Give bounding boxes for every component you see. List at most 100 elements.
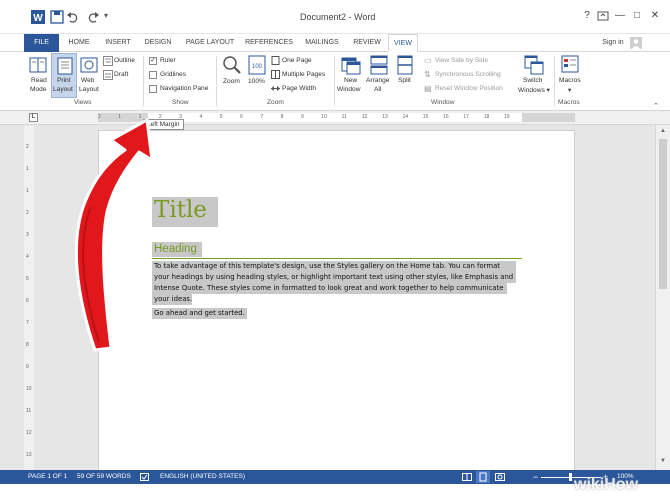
maximize-button[interactable]: □ [628,8,646,24]
ruler-number: 13 [382,114,388,120]
customize-toolbar-icon[interactable]: ▾ [104,11,108,20]
svg-text:100: 100 [252,64,263,70]
vertical-ruler-number: 8 [26,342,29,348]
split-button[interactable] [397,55,413,75]
outline-button[interactable] [103,56,113,66]
ruler-number: 19 [504,114,510,120]
vertical-ruler-number: 7 [26,320,29,326]
closing-line[interactable]: Go ahead and get started. [154,308,245,319]
tab-file[interactable]: FILE [24,34,59,52]
vertical-ruler-number: 11 [26,408,32,414]
tab-design[interactable]: DESIGN [140,34,176,52]
multiple-pages-button[interactable] [271,70,280,79]
tab-review[interactable]: REVIEW [349,34,385,52]
paragraph-line[interactable]: your headings by using heading styles, o… [154,272,513,283]
tab-page-layout[interactable]: PAGE LAYOUT [180,34,240,52]
outline-icon [103,56,113,66]
status-bar: PAGE 1 OF 1 59 OF 59 WORDS ENGLISH (UNIT… [0,470,670,484]
zoom-slider-thumb[interactable] [569,473,572,481]
page-width-label: Page Width [282,85,317,92]
macros-button[interactable] [561,55,581,75]
ruler-checkbox[interactable]: ✓ [149,57,157,65]
scroll-down-icon[interactable]: ▼ [660,458,666,464]
close-button[interactable]: ✕ [646,8,664,24]
gridlines-checkbox[interactable] [149,71,157,79]
sign-in-link[interactable]: Sign in [598,34,628,52]
read-mode-button[interactable] [29,56,47,74]
ruler-number: 7 [260,114,264,120]
language-indicator[interactable]: ENGLISH (UNITED STATES) [160,470,245,484]
ruler-number: 15 [422,114,429,120]
ruler-number: 11 [341,114,347,120]
tab-insert[interactable]: INSERT [100,34,136,52]
vertical-scrollbar[interactable]: ▲ ▼ [655,125,670,470]
ruler-number: 18 [483,114,490,120]
web-layout-view-icon[interactable] [495,473,505,481]
minimize-button[interactable]: — [611,8,629,24]
reset-window-position-icon[interactable]: ▤ [424,84,432,93]
ribbon-tabs: FILE HOME INSERT DESIGN PAGE LAYOUT REFE… [0,34,670,52]
vertical-ruler[interactable]: 2 1 1 2 3 4 5 6 7 8 9 10 11 12 13 [24,126,34,471]
one-page-button[interactable] [271,56,280,65]
vertical-ruler-number: 3 [26,232,29,238]
proofing-icon[interactable] [140,473,150,481]
show-group-label: Show [172,99,189,106]
tab-view[interactable]: VIEW [388,34,418,52]
svg-text:W: W [33,13,43,24]
multiple-pages-label: Multiple Pages [282,71,326,78]
zoom-100-button[interactable]: 100 [248,55,266,75]
draft-button[interactable] [103,70,113,80]
view-side-by-side-icon[interactable]: ▭ [424,56,432,65]
vertical-ruler-number: 2 [26,144,29,150]
vertical-ruler-number: 9 [26,364,29,370]
user-avatar[interactable] [630,37,642,49]
page-width-button[interactable] [271,84,280,93]
scroll-thumb[interactable] [659,139,667,289]
read-mode-label: Read [31,77,47,84]
draft-icon [103,70,113,80]
title-bar: W ▾ Document2 - Word ? — □ ✕ [0,0,670,34]
redo-icon[interactable] [86,10,100,24]
read-mode-view-icon[interactable] [462,473,472,481]
navigation-pane-checkbox[interactable] [149,85,157,93]
vertical-ruler-number: 10 [26,386,32,392]
synchronous-scrolling-icon[interactable]: ⇅ [424,70,431,79]
vertical-ruler-number: 1 [26,166,29,172]
vertical-ruler-number: 4 [26,254,29,260]
web-layout-label: Web [81,77,95,84]
print-layout-view-icon[interactable] [476,471,490,483]
undo-icon[interactable] [66,10,80,24]
ruler-number: 12 [361,114,368,120]
tab-mailings[interactable]: MAILINGS [300,34,344,52]
vertical-ruler-number: 1 [26,188,29,194]
collapse-ribbon-icon[interactable]: ⌃ [653,102,659,110]
paragraph-line[interactable]: Intense Quote. These styles come in form… [154,283,503,294]
group-divider [334,56,335,106]
web-layout-label-2: Layout [79,86,99,93]
reset-window-position-label: Reset Window Position [435,85,503,92]
macros-dropdown-icon[interactable]: ▾ [568,86,571,94]
document-page[interactable]: Title Heading To take advantage of this … [98,130,575,475]
split-icon [397,55,413,75]
switch-windows-button[interactable] [524,55,544,75]
tab-home[interactable]: HOME [63,34,95,52]
tab-selector-icon[interactable]: L [29,113,38,122]
vertical-ruler-number: 12 [26,430,32,436]
zoom-out-button[interactable]: − [533,470,538,484]
group-divider [216,56,217,106]
paragraph-line[interactable]: To take advantage of this template's des… [154,261,500,272]
zoom-button[interactable] [222,55,242,75]
new-window-button[interactable] [341,55,361,75]
vertical-ruler-number: 2 [26,210,29,216]
word-count[interactable]: 59 OF 59 WORDS [77,470,131,484]
view-side-by-side-label: View Side by Side [435,57,489,64]
tab-references[interactable]: REFERENCES [243,34,295,52]
scroll-up-icon[interactable]: ▲ [660,128,666,134]
ribbon-display-options-icon[interactable] [594,8,612,24]
page-count[interactable]: PAGE 1 OF 1 [28,470,67,484]
arrange-all-button[interactable] [370,55,388,75]
save-icon[interactable] [50,10,64,24]
one-page-label: One Page [282,57,312,64]
word-logo-icon[interactable]: W [31,10,45,24]
web-layout-button[interactable] [80,56,98,74]
